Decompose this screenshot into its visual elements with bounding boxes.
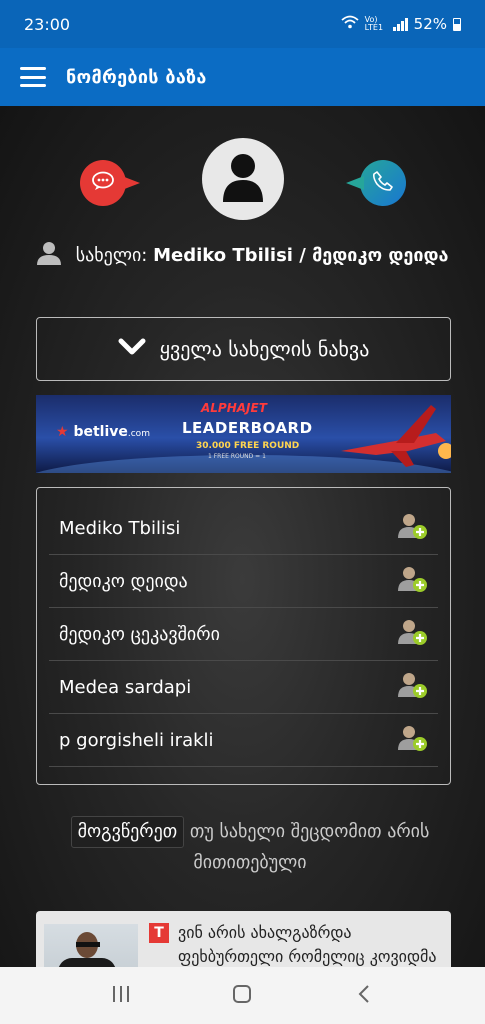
- menu-icon[interactable]: [20, 67, 46, 87]
- list-item-label: Mediko Tbilisi: [59, 517, 181, 539]
- list-item[interactable]: მედიკო ცეკავშირი: [49, 608, 438, 661]
- list-item[interactable]: p gorgisheli irakli: [49, 714, 438, 767]
- name-label: სახელი:: [75, 245, 148, 266]
- betlive-icon: ★: [56, 424, 69, 440]
- recent-apps-button[interactable]: [101, 981, 141, 1011]
- list-item[interactable]: Mediko Tbilisi: [49, 502, 438, 555]
- phone-icon: [372, 170, 394, 196]
- home-button[interactable]: [222, 981, 262, 1011]
- ad-banner[interactable]: ★ betlive.com ALPHAJET LEADERBOARD 30.00…: [36, 395, 451, 473]
- system-nav-bar: [0, 967, 485, 1024]
- status-bar: 23:00 Vo) LTE1 52%: [0, 0, 485, 48]
- wifi-icon: [341, 15, 359, 33]
- list-item-label: მედიკო ცეკავშირი: [59, 623, 220, 645]
- banner-logo: ★ betlive.com: [56, 424, 150, 440]
- list-item-label: p gorgisheli irakli: [59, 729, 214, 751]
- person-icon: [36, 241, 62, 276]
- recent-apps-icon: [111, 985, 131, 1007]
- avatar: [202, 138, 284, 220]
- status-indicators: Vo) LTE1 52%: [341, 15, 461, 33]
- report-error-label: თუ სახელი შეცდომით არის მითითებული: [189, 821, 430, 873]
- signal-icon: [392, 17, 408, 31]
- add-contact-icon[interactable]: [398, 724, 428, 757]
- news-card[interactable]: T ვინ არის ახალგაზრდა ფეხბურთელი რომელიც…: [36, 911, 451, 967]
- news-source-badge: T: [149, 923, 169, 943]
- list-item[interactable]: Medea sardapi: [49, 661, 438, 714]
- back-button[interactable]: [344, 981, 384, 1011]
- names-list: Mediko Tbilisi მედიკო დეიდა მედიკო ცეკავ…: [36, 487, 451, 785]
- user-icon: [221, 152, 265, 206]
- jet-icon: [336, 403, 451, 473]
- add-contact-icon[interactable]: [398, 618, 428, 651]
- news-thumbnail: [44, 924, 138, 967]
- chevron-down-icon: [118, 337, 146, 361]
- call-button[interactable]: [346, 160, 406, 206]
- banner-prize: 30.000 FREE ROUND: [196, 441, 300, 451]
- chat-icon: [91, 171, 115, 195]
- back-icon: [357, 984, 371, 1008]
- news-headline: ვინ არის ახალგაზრდა ფეხბურთელი რომელიც კ…: [178, 923, 437, 966]
- app-title: ნომრების ბაზა: [66, 66, 207, 88]
- status-time: 23:00: [24, 14, 71, 34]
- battery-percent: 52%: [413, 15, 447, 33]
- add-contact-icon[interactable]: [398, 512, 428, 545]
- add-contact-icon[interactable]: [398, 671, 428, 704]
- report-error-text: მოგვწერეთ თუ სახელი შეცდომით არის მითითე…: [50, 816, 450, 878]
- contact-name: სახელი: Mediko Tbilisi / მედიკო დეიდა: [36, 240, 456, 276]
- list-item-label: მედიკო დეიდა: [59, 570, 188, 592]
- banner-title: LEADERBOARD: [182, 419, 313, 437]
- app-bar: ნომრების ბაზა: [0, 48, 485, 106]
- contact-us-link[interactable]: მოგვწერეთ: [70, 816, 185, 848]
- banner-game: ALPHAJET: [201, 401, 267, 415]
- main-content: სახელი: Mediko Tbilisi / მედიკო დეიდა ყვ…: [0, 106, 485, 967]
- battery-icon: [453, 17, 461, 31]
- message-button[interactable]: [80, 160, 140, 206]
- list-item-label: Medea sardapi: [59, 676, 192, 698]
- add-contact-icon[interactable]: [398, 565, 428, 598]
- profile-actions: [0, 138, 485, 222]
- show-all-label: ყველა სახელის ნახვა: [159, 337, 370, 361]
- home-icon: [232, 984, 252, 1008]
- banner-prize-note: 1 FREE ROUND = 1: [208, 453, 266, 460]
- network-type: Vo) LTE1: [364, 15, 384, 32]
- name-value: Mediko Tbilisi / მედიკო დეიდა: [153, 245, 449, 266]
- list-item[interactable]: მედიკო დეიდა: [49, 555, 438, 608]
- show-all-names-button[interactable]: ყველა სახელის ნახვა: [36, 317, 451, 381]
